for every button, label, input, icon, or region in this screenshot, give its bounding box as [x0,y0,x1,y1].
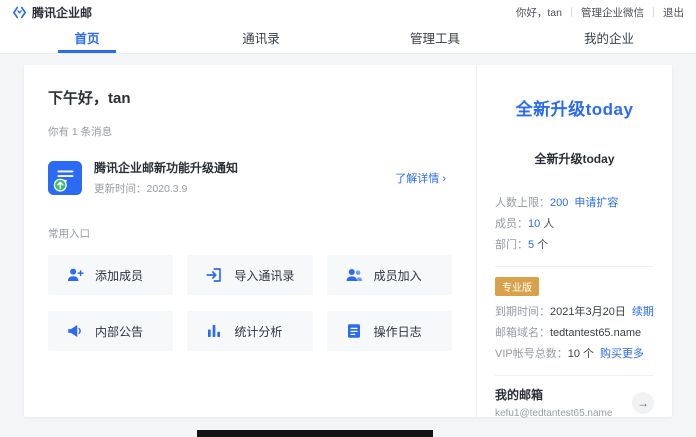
import-contacts-icon [205,266,223,284]
main-card: 下午好，tan 你有 1 条消息 腾讯企业邮新功能升级通知 更新时间：2020.… [24,65,672,417]
promo-title: 全新升级today [495,95,654,120]
member-limit-value: 200 [550,197,568,209]
buy-more-link[interactable]: 购买更多 [600,348,644,360]
vip-value: 10 个 [568,348,594,360]
info-sidebar: 全新升级today 全新升级today 人数上限：200 申请扩容 成员：10 人… [476,65,672,417]
page-greeting: 下午好，tan [48,87,452,108]
member-join-button[interactable]: 成员加入 [327,255,452,295]
logout-link[interactable]: 退出 [663,5,684,20]
manage-wecom-link[interactable]: 管理企业微信 [581,5,644,20]
my-mailbox-row: 我的邮箱 kefu1@tedtantest65.name → [495,386,654,419]
notice-title: 腾讯企业邮新功能升级通知 [94,159,238,176]
domain-line: 邮箱域名：tedtantest65.name [495,323,654,344]
shortcuts-label: 常用入口 [48,226,452,241]
vip-label: VIP帐号总数： [495,348,568,360]
top-bar: 腾讯企业邮 你好，tan 管理企业微信 退出 [0,0,696,24]
notice-updated: 更新时间：2020.3.9 [94,181,238,196]
mailbox-title: 我的邮箱 [495,386,626,403]
exmail-logo-icon [12,5,27,20]
bottom-black-bar [197,430,433,437]
notice-text: 腾讯企业邮新功能升级通知 更新时间：2020.3.9 [94,159,238,196]
shortcut-label: 成员加入 [374,267,422,284]
mailbox-email: kefu1@tedtantest65.name [495,408,626,419]
upgrade-notice-row[interactable]: 腾讯企业邮新功能升级通知 更新时间：2020.3.9 了解详情 › [48,151,452,210]
add-member-button[interactable]: 添加成员 [48,255,173,295]
tab-contacts[interactable]: 通讯录 [174,24,348,53]
shortcut-grid: 添加成员 导入通讯录 成员加入 [48,255,452,351]
vip-line: VIP帐号总数：10 个购买更多 [495,344,654,365]
divider [571,7,572,17]
operation-log-button[interactable]: 操作日志 [327,311,452,351]
stats-icon [205,322,223,340]
expiry-value: 2021年3月20日 [550,306,626,318]
mailbox-info: 我的邮箱 kefu1@tedtantest65.name [495,386,626,419]
domain-value: tedtantest65.name [550,327,641,339]
expiry-label: 到期时间： [495,306,550,318]
shortcut-label: 添加成员 [95,267,143,284]
department-count-unit: 个 [534,239,548,251]
member-limit-line: 人数上限：200 申请扩容 [495,193,654,214]
shortcut-label: 统计分析 [234,323,282,340]
member-count-label: 成员： [495,218,528,230]
member-limit-label: 人数上限： [495,197,550,209]
member-count-value: 10 [528,218,540,230]
go-to-mailbox-button[interactable]: → [632,392,654,414]
tab-my-company[interactable]: 我的企业 [522,24,696,53]
logo: 腾讯企业邮 [12,4,92,21]
logo-text: 腾讯企业邮 [32,4,92,21]
announcement-icon [66,322,84,340]
promo-subtitle: 全新升级today [495,150,654,167]
member-join-icon [345,266,363,284]
shortcut-label: 导入通讯录 [234,267,294,284]
plan-badge: 专业版 [495,277,539,296]
message-count: 你有 1 条消息 [48,124,452,139]
shortcut-label: 内部公告 [95,323,143,340]
tab-home[interactable]: 首页 [0,24,174,53]
member-count-line: 成员：10 人 [495,214,654,235]
department-count-line: 部门：5 个 [495,235,654,256]
domain-label: 邮箱域名： [495,327,550,339]
user-greeting: 你好，tan [516,5,562,20]
log-icon [345,322,363,340]
stats-button[interactable]: 统计分析 [187,311,312,351]
member-count-unit: 人 [540,218,554,230]
top-links: 你好，tan 管理企业微信 退出 [516,5,684,20]
main-nav: 首页 通讯录 管理工具 我的企业 [0,24,696,54]
renew-link[interactable]: 续期 [632,306,654,318]
expiry-line: 到期时间：2021年3月20日续期 [495,302,654,323]
tab-admin-tools[interactable]: 管理工具 [348,24,522,53]
department-count-label: 部门： [495,239,528,251]
add-member-icon [66,266,84,284]
main-content: 下午好，tan 你有 1 条消息 腾讯企业邮新功能升级通知 更新时间：2020.… [24,65,476,417]
notice-detail-link[interactable]: 了解详情 › [395,170,452,186]
divider [495,375,654,376]
import-contacts-button[interactable]: 导入通讯录 [187,255,312,295]
shortcut-label: 操作日志 [374,323,422,340]
divider [495,266,654,267]
divider [653,7,654,17]
notice-mail-icon [48,161,82,195]
announcement-button[interactable]: 内部公告 [48,311,173,351]
expand-capacity-link[interactable]: 申请扩容 [574,197,618,209]
